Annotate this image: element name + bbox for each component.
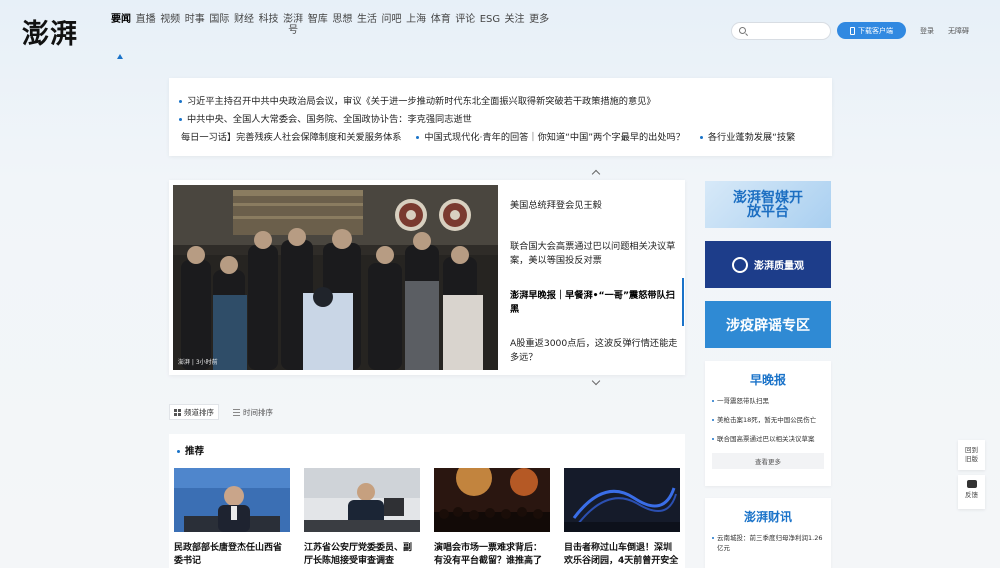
ticker-line[interactable]: 中共中央、全国人大常委会、国务院、全国政协讣告：李克强同志逝世 [179,111,472,125]
ticker-line[interactable]: 习近平主持召开中共中央政治局会议，审议《关于进一步推动新时代东北全面振兴取得新突… [179,93,656,107]
hero-source-label: 澎湃 | 3小时前 [178,359,218,366]
login-link[interactable]: 登录 [920,26,934,36]
nav-item-keji[interactable]: 科技 [258,14,280,36]
card-title: 目击者称过山车倒退！深圳欢乐谷闭园，4天前曾开安全生产工作会 [564,543,679,566]
card-title: 江苏省公安厅党委委员、副厅长陈旭接受审查调查 [304,543,413,566]
list-icon [233,408,240,416]
feedback-button[interactable]: 反馈 [958,475,985,509]
card-title: 民政部部长唐登杰任山西省委书记 [174,543,283,566]
back-to-old-button[interactable]: 回到旧版 [958,440,985,470]
panel-title: 早晚报 [749,373,786,387]
hero-headline[interactable]: 联合国大会高票通过巴以问题相关决议草案，美以等国投反对票 [510,240,680,268]
nav-item-zhibo[interactable]: 直播 [135,14,157,36]
caixun-panel: 澎湃财讯 云南城投：前三季度归母净利润1.26亿元 [705,498,831,568]
card-image [564,468,680,532]
bullet-icon [179,100,182,103]
hero-image[interactable]: 澎湃 | 3小时前 [173,185,498,370]
card-image [434,460,550,532]
news-card[interactable]: 目击者称过山车倒退！深圳欢乐谷闭园，4天前曾开安全生产工作会 [564,468,680,568]
ticker-item[interactable]: 每日一习话】完善残疾人社会保障制度和关爱服务体系 [181,132,402,143]
nav-item-guanzhu[interactable]: 关注 [504,14,526,36]
hero-photo-illustration [173,185,498,370]
nav-item-shishi[interactable]: 时事 [184,14,206,36]
panel-item[interactable]: 美枪击案18死，暂无中国公民伤亡 [705,415,831,425]
sort-tab-channel[interactable]: 频道排序 [169,404,219,420]
zaowanbao-panel: 早晚报 一哥震怒带队扫黑 美枪击案18死，暂无中国公民伤亡 联合国高票通过巴以相… [705,361,831,486]
view-more-button[interactable]: 查看更多 [712,453,824,469]
nav-item-pengpaihao[interactable]: 澎湃号 [282,14,304,36]
search-box[interactable] [731,22,831,40]
ticker-item[interactable]: 各行业蓬勃发展“技繁 [699,132,795,143]
nav-item-shanghai[interactable]: 上海 [405,14,427,36]
search-input[interactable] [750,25,826,37]
sort-tab-time[interactable]: 时间排序 [229,404,277,420]
nav-item-gengduo[interactable]: 更多 [528,14,550,36]
nav-item-guoji[interactable]: 国际 [208,14,230,36]
card-image [174,468,290,532]
nav-item-caijing[interactable]: 财经 [233,14,255,36]
bullet-icon [179,118,182,121]
ticker-scroll-row: 每日一习话】完善残疾人社会保障制度和关爱服务体系 中国式现代化·青年的回答｜你知… [181,129,821,143]
hero-headline-active[interactable]: 澎湃早晚报｜早餐湃•“一哥”震怒带队扫黑 [510,289,680,317]
accessibility-link[interactable]: 无障碍 [948,26,969,36]
chevron-up-icon[interactable] [591,169,601,179]
ticker-item[interactable]: 中国式现代化·青年的回答｜你知道“中国”两个字最早的出处吗？ [416,132,685,143]
main-nav: 要闻 直播 视频 时事 国际 财经 科技 澎湃号 智库 思想 生活 问吧 上海 … [110,14,553,36]
hero-active-indicator [682,278,684,326]
chevron-down-icon[interactable] [591,376,601,386]
hero-carousel: 澎湃 | 3小时前 美国总统拜登会见王毅 联合国大会高票通过巴以问题相关决议草案… [169,180,685,375]
nav-item-shipin[interactable]: 视频 [159,14,181,36]
panel-item[interactable]: 联合国高票通过巴以相关决议草案 [705,434,831,444]
grid-icon [174,408,181,416]
news-card[interactable]: 演唱会市场一票难求背后：有没有平台截留？谁推高了票价？ [434,460,550,568]
zhiliangguan-banner[interactable]: 澎湃质量观 [705,241,831,288]
active-nav-indicator [117,54,123,59]
headline-ticker: 习近平主持召开中共中央政治局会议，审议《关于进一步推动新时代东北全面振兴取得新突… [169,78,832,156]
panel-item[interactable]: 云南城投：前三季度归母净利润1.26亿元 [705,533,823,553]
panel-title: 澎湃财讯 [743,510,792,524]
nav-item-pinglun[interactable]: 评论 [454,14,476,36]
nav-item-yaowen[interactable]: 要闻 [110,14,132,36]
panel-item[interactable]: 一哥震怒带队扫黑 [705,396,831,406]
zhimei-banner[interactable]: 澎湃智媒开放平台 [705,181,831,228]
quality-logo-icon [732,256,748,273]
card-title: 演唱会市场一票难求背后：有没有平台截留？谁推高了票价？ [434,543,543,566]
nav-item-tiyu[interactable]: 体育 [430,14,452,36]
nav-item-zhiku[interactable]: 智库 [307,14,329,36]
news-card[interactable]: 江苏省公安厅党委委员、副厅长陈旭接受审查调查 [304,468,420,568]
search-icon[interactable] [739,27,746,34]
nav-item-shenghuo[interactable]: 生活 [356,14,378,36]
nav-item-wenba[interactable]: 问吧 [381,14,403,36]
section-title: 推荐 [177,443,204,457]
bullet-icon [699,136,703,139]
hero-headline[interactable]: 美国总统拜登会见王毅 [510,199,680,213]
hero-headline[interactable]: A股重返3000点后，这波反弹行情还能走多远？ [510,337,680,365]
download-label: 下载客户端 [858,26,893,35]
nav-item-sixiang[interactable]: 思想 [331,14,353,36]
recommend-section: 推荐 民政部部长唐登杰任山西省委书记 江苏省公安厅党委委员、副厅长陈旭接受审查调… [169,434,685,568]
phone-icon [850,26,855,35]
nav-item-esg[interactable]: ESG [479,14,501,36]
news-card[interactable]: 民政部部长唐登杰任山西省委书记 [174,468,290,568]
chat-icon [966,480,977,488]
bullet-icon [416,136,420,139]
piyao-banner[interactable]: 涉疫辟谣专区 [705,301,831,348]
site-logo[interactable]: 澎湃 [22,12,78,51]
download-app-button[interactable]: 下载客户端 [837,22,906,39]
card-image [304,468,420,532]
